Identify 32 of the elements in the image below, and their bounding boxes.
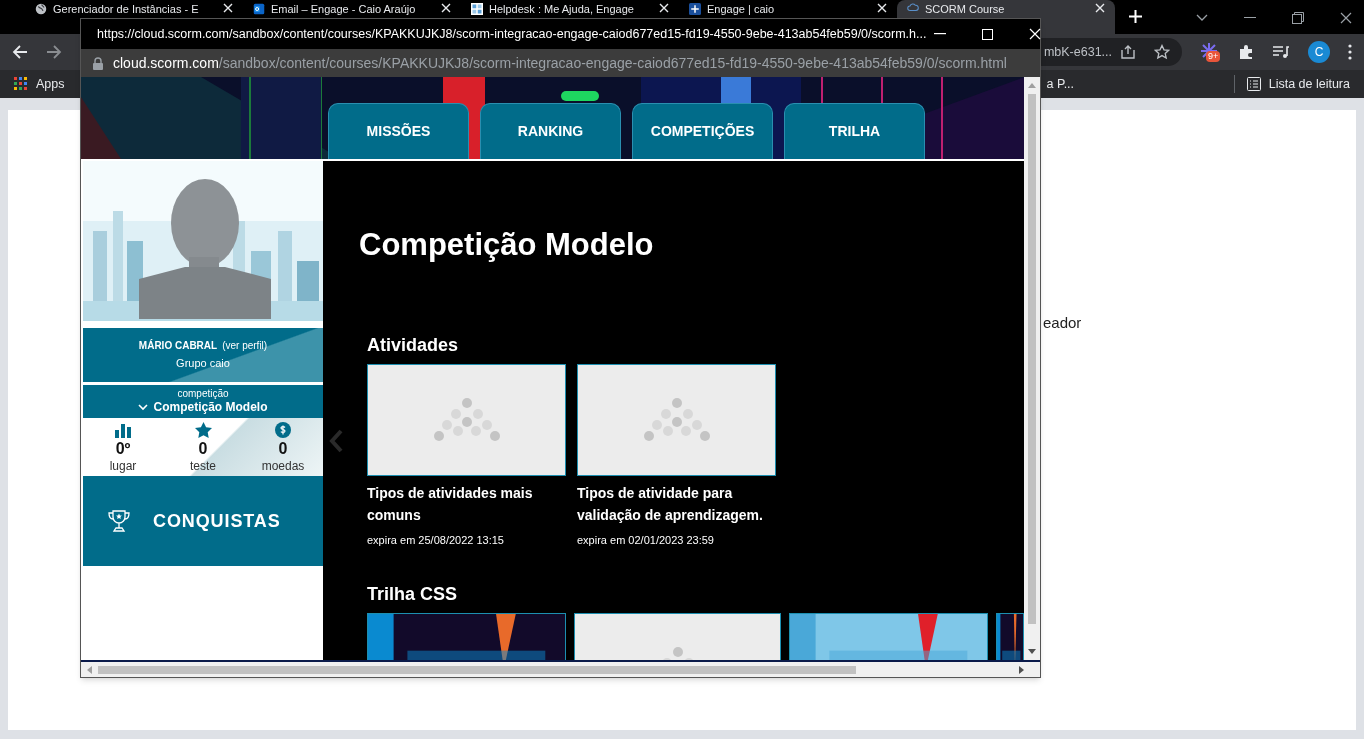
section-heading: Trilha CSS bbox=[367, 583, 459, 606]
address-bar[interactable]: cloud.scorm.com/sandbox/content/courses/KPAKKUJKJ8/scorm-integracao-engage-caiod677ed15-fd19-4550-9ebe-413ab54feb59/0/scorm.html bbox=[81, 49, 1040, 77]
stat-value: 0º bbox=[115, 439, 131, 459]
user-name: MÁRIO CABRAL bbox=[138, 338, 218, 354]
nav-tab[interactable]: TRILHA bbox=[784, 103, 925, 159]
competition-label: competição bbox=[177, 388, 229, 400]
nav-tab[interactable]: MISSÕES bbox=[328, 103, 469, 159]
card-title[interactable]: Tipos de atividades mais comuns bbox=[367, 481, 566, 526]
stat-value: 0 bbox=[278, 439, 288, 459]
stat-label: lugar bbox=[109, 459, 137, 473]
expiry-date: expira em 02/01/2023 23:59 bbox=[577, 532, 715, 548]
page-title: Competição Modelo bbox=[359, 226, 655, 264]
profile-link[interactable]: (ver perfil) bbox=[222, 338, 268, 354]
stat-label: teste bbox=[190, 459, 216, 473]
nav-tab[interactable]: COMPETIÇÕES bbox=[632, 103, 773, 159]
bookmark-link[interactable]: a P... bbox=[1046, 74, 1075, 94]
reading-list-link[interactable]: Lista de leitura bbox=[1268, 74, 1350, 94]
achievements-button[interactable]: CONQUISTAS bbox=[83, 476, 323, 566]
competition-card[interactable]: competição Competição Modelo bbox=[83, 385, 323, 418]
notification-badge: 9+ bbox=[1206, 51, 1221, 62]
stat-value: 0 bbox=[198, 439, 208, 459]
page-url: cloud.scorm.com/sandbox/content/courses/KPAKKUJKJ8/scorm-integracao-engage-caiod677ed15-fd19-4550-9ebe-413ab54feb59/0/scorm.html bbox=[113, 53, 1007, 73]
profile-avatar[interactable]: C bbox=[1308, 41, 1330, 63]
page-text: eador bbox=[1043, 313, 1082, 333]
bookmark-link[interactable]: Apps bbox=[36, 74, 65, 94]
nav-tab[interactable]: RANKING bbox=[480, 103, 621, 159]
group-name: Grupo caio bbox=[176, 356, 230, 372]
section-heading: Atividades bbox=[367, 333, 460, 357]
expiry-date: expira em 25/08/2022 13:15 bbox=[367, 532, 505, 548]
card-title[interactable]: Tipos de atividade para validação de aprendizagem. bbox=[577, 481, 776, 526]
stat-label: moedas bbox=[261, 459, 305, 473]
competition-name: Competição Modelo bbox=[153, 400, 268, 415]
